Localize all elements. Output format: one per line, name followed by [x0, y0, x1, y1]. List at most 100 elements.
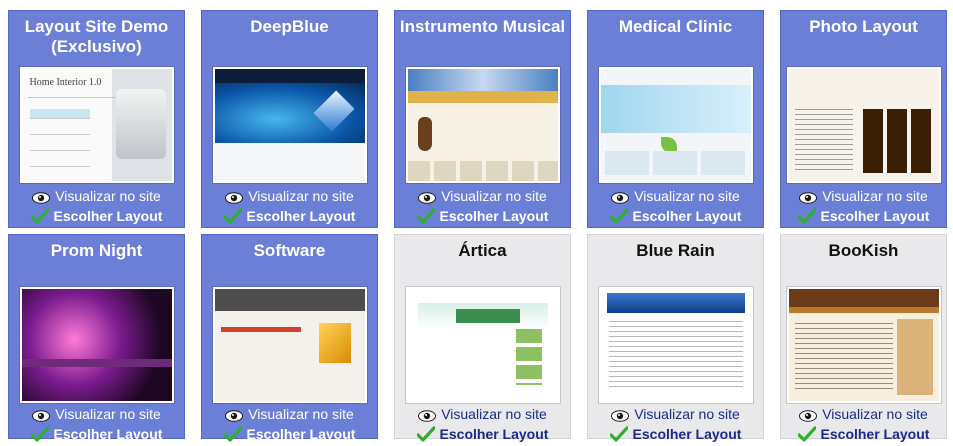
eye-icon	[418, 408, 437, 422]
choose-layout-label: Escolher Layout	[820, 208, 930, 224]
view-on-site-link[interactable]: Visualizar no site	[781, 405, 946, 423]
choose-layout-label: Escolher Layout	[53, 208, 163, 224]
choose-layout-label: Escolher Layout	[53, 426, 163, 442]
check-icon	[415, 208, 436, 224]
thumbnail-image	[788, 289, 939, 401]
choose-layout-button[interactable]: Escolher Layout	[395, 207, 570, 225]
layout-card-artica: Ártica Visualizar no site Escolher Layou…	[394, 234, 571, 442]
layout-card-layout-site-demo: Layout Site Demo (Exclusivo) Home Interi…	[8, 10, 185, 228]
choose-layout-button[interactable]: Escolher Layout	[395, 425, 570, 443]
thumbnail-image	[407, 289, 558, 401]
eye-icon	[418, 190, 437, 204]
layout-thumbnail[interactable]	[212, 67, 367, 183]
check-icon	[29, 208, 50, 224]
thumbnail-image: Home Interior 1.0	[21, 69, 172, 181]
layout-card-software: Software Visualizar no site Escolher Lay…	[201, 234, 378, 442]
check-icon	[415, 426, 436, 442]
view-on-site-label: Visualizar no site	[822, 188, 928, 204]
choose-layout-label: Escolher Layout	[439, 208, 549, 224]
choose-layout-button[interactable]: Escolher Layout	[781, 425, 946, 443]
layout-thumbnail[interactable]	[212, 287, 367, 403]
thumbnail-image	[407, 69, 558, 181]
layout-thumbnail[interactable]	[405, 287, 560, 403]
card-title: Prom Night	[50, 241, 143, 260]
layout-thumbnail[interactable]	[405, 67, 560, 183]
choose-layout-button[interactable]: Escolher Layout	[202, 425, 377, 443]
card-title: DeepBlue	[250, 17, 329, 36]
layout-thumbnail[interactable]: Home Interior 1.0	[19, 67, 174, 183]
layout-card-photo-layout: Photo Layout Visualizar no site Escolher…	[780, 10, 947, 228]
thumbnail-image	[600, 289, 751, 401]
layout-thumbnail[interactable]	[786, 287, 941, 403]
layout-card-instrumento-musical: Instrumento Musical Visualizar no site E…	[394, 10, 571, 228]
view-on-site-link[interactable]: Visualizar no site	[588, 187, 763, 205]
view-on-site-label: Visualizar no site	[248, 406, 354, 422]
eye-icon	[225, 408, 244, 422]
card-title: BooKish	[828, 241, 899, 260]
view-on-site-label: Visualizar no site	[634, 188, 740, 204]
choose-layout-label: Escolher Layout	[246, 426, 356, 442]
view-on-site-label: Visualizar no site	[248, 188, 354, 204]
check-icon	[608, 208, 629, 224]
check-icon	[796, 426, 817, 442]
thumbnail-image	[21, 289, 172, 401]
check-icon	[796, 208, 817, 224]
card-title: Blue Rain	[636, 241, 715, 260]
layout-card-medical-clinic: Medical Clinic Visualizar no site Escolh…	[587, 10, 764, 228]
eye-icon	[799, 408, 818, 422]
check-icon	[29, 426, 50, 442]
view-on-site-link[interactable]: Visualizar no site	[395, 405, 570, 423]
thumbnail-image	[600, 69, 751, 181]
card-title: Ártica	[458, 241, 507, 260]
card-title: Instrumento Musical	[399, 17, 566, 36]
thumbnail-image	[214, 289, 365, 401]
eye-icon	[611, 408, 630, 422]
view-on-site-link[interactable]: Visualizar no site	[395, 187, 570, 205]
layout-card-blue-rain: Blue Rain Visualizar no site Escolher La…	[587, 234, 764, 442]
layout-card-prom-night: Prom Night Visualizar no site Escolher L…	[8, 234, 185, 442]
choose-layout-label: Escolher Layout	[632, 208, 742, 224]
eye-icon	[32, 190, 51, 204]
choose-layout-button[interactable]: Escolher Layout	[588, 207, 763, 225]
choose-layout-label: Escolher Layout	[632, 426, 742, 442]
check-icon	[222, 426, 243, 442]
view-on-site-label: Visualizar no site	[441, 188, 547, 204]
card-title: Software	[253, 241, 326, 260]
choose-layout-label: Escolher Layout	[439, 426, 549, 442]
layout-thumbnail[interactable]	[598, 287, 753, 403]
view-on-site-link[interactable]: Visualizar no site	[202, 187, 377, 205]
view-on-site-link[interactable]: Visualizar no site	[588, 405, 763, 423]
check-icon	[608, 426, 629, 442]
eye-icon	[611, 190, 630, 204]
view-on-site-label: Visualizar no site	[822, 406, 928, 422]
choose-layout-button[interactable]: Escolher Layout	[588, 425, 763, 443]
view-on-site-label: Visualizar no site	[55, 406, 161, 422]
view-on-site-label: Visualizar no site	[441, 406, 547, 422]
choose-layout-button[interactable]: Escolher Layout	[9, 207, 184, 225]
view-on-site-link[interactable]: Visualizar no site	[781, 187, 946, 205]
layout-card-deepblue: DeepBlue Visualizar no site Escolher Lay…	[201, 10, 378, 228]
check-icon	[222, 208, 243, 224]
view-on-site-label: Visualizar no site	[55, 188, 161, 204]
view-on-site-label: Visualizar no site	[634, 406, 740, 422]
choose-layout-button[interactable]: Escolher Layout	[9, 425, 184, 443]
layout-thumbnail[interactable]	[19, 287, 174, 403]
layout-gallery: Layout Site Demo (Exclusivo) Home Interi…	[0, 0, 953, 442]
layout-card-bookish: BooKish Visualizar no site Escolher Layo…	[780, 234, 947, 442]
choose-layout-button[interactable]: Escolher Layout	[202, 207, 377, 225]
card-title: Medical Clinic	[618, 17, 733, 36]
thumbnail-image	[788, 69, 939, 181]
view-on-site-link[interactable]: Visualizar no site	[9, 405, 184, 423]
layout-thumbnail[interactable]	[598, 67, 753, 183]
view-on-site-link[interactable]: Visualizar no site	[202, 405, 377, 423]
layout-thumbnail[interactable]	[786, 67, 941, 183]
eye-icon	[799, 190, 818, 204]
card-title: Photo Layout	[809, 17, 918, 36]
thumbnail-caption: Home Interior 1.0	[29, 77, 102, 88]
eye-icon	[32, 408, 51, 422]
view-on-site-link[interactable]: Visualizar no site	[9, 187, 184, 205]
choose-layout-button[interactable]: Escolher Layout	[781, 207, 946, 225]
thumbnail-image	[214, 69, 365, 181]
eye-icon	[225, 190, 244, 204]
choose-layout-label: Escolher Layout	[246, 208, 356, 224]
